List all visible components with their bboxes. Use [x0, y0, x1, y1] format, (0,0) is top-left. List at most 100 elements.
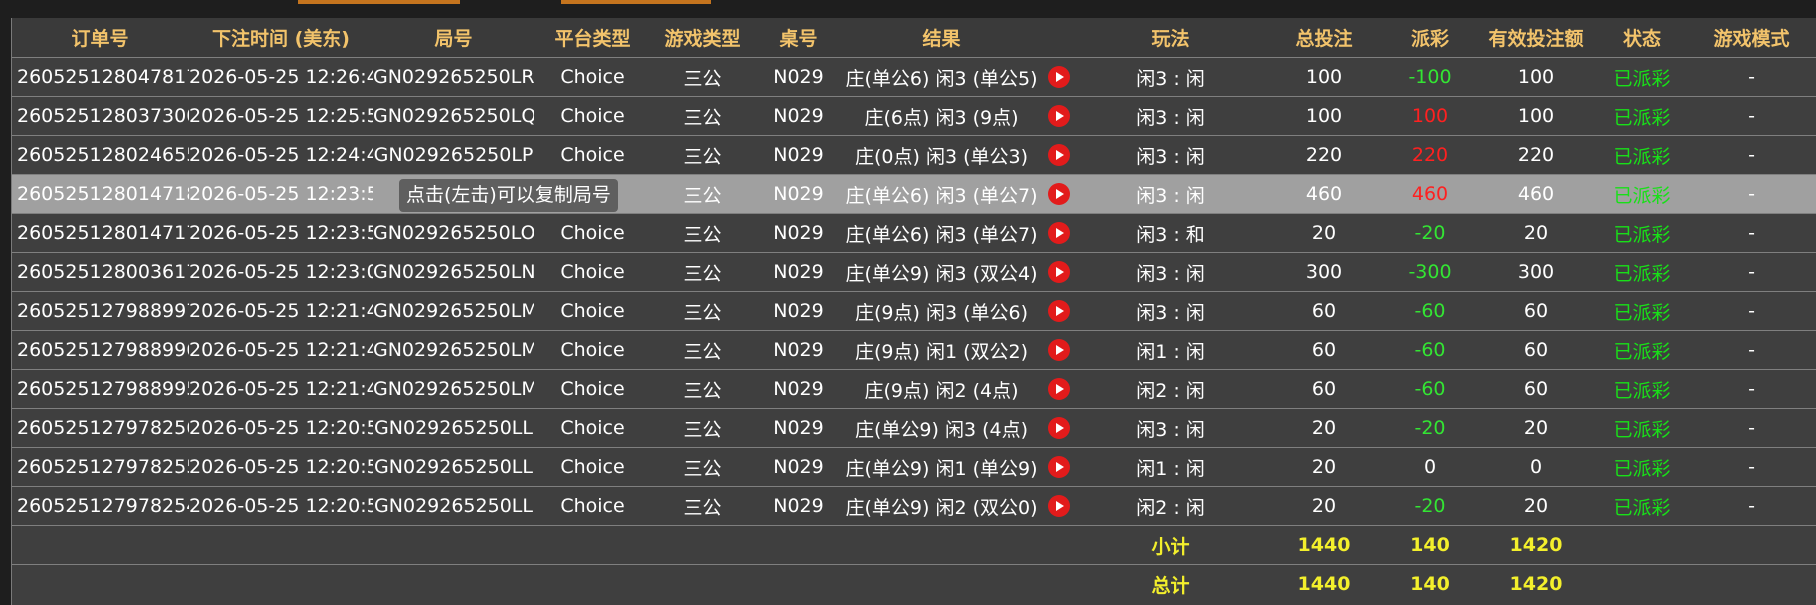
cell-platform: Choice	[534, 135, 651, 175]
cell-order-no[interactable]: 260525128014718	[11, 174, 189, 214]
cell-round-no[interactable]: GN029265250LM	[373, 330, 534, 370]
cell-payout: 0	[1385, 447, 1475, 487]
cell-order-no[interactable]: 260525128037300	[11, 96, 189, 136]
header-payout[interactable]: 派彩	[1385, 18, 1475, 58]
cell-order-no[interactable]: 260525127978255	[11, 447, 189, 487]
cell-round-no[interactable]: GN029265250LR	[373, 57, 534, 97]
play-icon[interactable]	[1048, 417, 1070, 440]
header-platform[interactable]: 平台类型	[534, 18, 651, 58]
cell-round-no[interactable]: GN029265250LP	[373, 135, 534, 175]
cell-replay[interactable]	[1040, 174, 1078, 214]
cell-bet-time: 2026-05-25 12:20:57	[189, 447, 373, 487]
header-valid-bet[interactable]: 有效投注额	[1475, 18, 1597, 58]
top-tab-1[interactable]	[298, 0, 460, 4]
play-icon[interactable]	[1048, 144, 1070, 167]
play-icon[interactable]	[1048, 300, 1070, 323]
cell-replay[interactable]	[1040, 135, 1078, 175]
play-icon[interactable]	[1048, 495, 1070, 518]
cell-bet-time: 2026-05-25 12:23:55	[189, 174, 373, 214]
cell-order-no[interactable]: 260525127988996	[11, 330, 189, 370]
header-bet-time[interactable]: 下注时间 (美东)	[189, 18, 373, 58]
cell-game-mode: -	[1687, 174, 1816, 214]
cell-table-no: N029	[754, 369, 843, 409]
cell-replay[interactable]	[1040, 369, 1078, 409]
cell-replay[interactable]	[1040, 447, 1078, 487]
cell-play: 闲3 : 闲	[1078, 135, 1263, 175]
cell-round-no[interactable]: GN029265250LM	[373, 369, 534, 409]
cell-table-no: N029	[754, 96, 843, 136]
cell-order-no[interactable]: 260525128003617	[11, 252, 189, 292]
cell-game-type: 三公	[651, 96, 754, 136]
top-strip	[0, 0, 1816, 18]
cell-round-no[interactable]: GN029265250LM	[373, 291, 534, 331]
cell-status: 已派彩	[1597, 291, 1687, 331]
cell-bet-time: 2026-05-25 12:23:01	[189, 252, 373, 292]
cell-replay[interactable]	[1040, 486, 1078, 526]
cell-result: 庄(9点) 闲1 (双公2)	[843, 330, 1040, 370]
cell-payout: -20	[1385, 486, 1475, 526]
header-order-no[interactable]: 订单号	[11, 18, 189, 58]
cell-result: 庄(6点) 闲3 (9点)	[843, 96, 1040, 136]
header-game-mode[interactable]: 游戏模式	[1687, 18, 1816, 58]
play-icon[interactable]	[1048, 456, 1070, 479]
cell-game-mode: -	[1687, 369, 1816, 409]
top-tab-2[interactable]	[561, 0, 711, 4]
cell-order-no[interactable]: 260525127988995	[11, 369, 189, 409]
header-game-type[interactable]: 游戏类型	[651, 18, 754, 58]
cell-result: 庄(9点) 闲2 (4点)	[843, 369, 1040, 409]
header-status[interactable]: 状态	[1597, 18, 1687, 58]
cell-order-no[interactable]: 260525128014717	[11, 213, 189, 253]
header-round-no[interactable]: 局号	[373, 18, 534, 58]
cell-total-bet: 20	[1263, 408, 1385, 448]
subtotal-bet: 1440	[1263, 525, 1385, 565]
cell-platform: Choice	[534, 369, 651, 409]
cell-total-bet: 460	[1263, 174, 1385, 214]
cell-order-no[interactable]: 260525127978254	[11, 486, 189, 526]
cell-round-no[interactable]: GN029265250LL	[373, 447, 534, 487]
cell-order-no[interactable]: 260525128024655	[11, 135, 189, 175]
cell-replay[interactable]	[1040, 291, 1078, 331]
cell-replay[interactable]	[1040, 213, 1078, 253]
cell-replay[interactable]	[1040, 408, 1078, 448]
total-tail	[1597, 564, 1816, 603]
cell-replay[interactable]	[1040, 96, 1078, 136]
play-icon[interactable]	[1048, 183, 1070, 206]
cell-game-type: 三公	[651, 174, 754, 214]
cell-round-no[interactable]: GN029265250LO	[373, 213, 534, 253]
header-result[interactable]: 结果	[843, 18, 1040, 58]
play-icon[interactable]	[1048, 66, 1070, 89]
cell-round-no[interactable]: GN029265250LL	[373, 408, 534, 448]
cell-bet-time: 2026-05-25 12:20:57	[189, 408, 373, 448]
cell-valid-bet: 460	[1475, 174, 1597, 214]
copy-round-tooltip: 点击(左击)可以复制局号	[399, 179, 618, 212]
play-icon[interactable]	[1048, 105, 1070, 128]
cell-game-type: 三公	[651, 213, 754, 253]
cell-payout: 100	[1385, 96, 1475, 136]
play-icon[interactable]	[1048, 339, 1070, 362]
cell-replay[interactable]	[1040, 57, 1078, 97]
play-icon[interactable]	[1048, 222, 1070, 245]
cell-platform: Choice	[534, 408, 651, 448]
cell-order-no[interactable]: 260525128047817	[11, 57, 189, 97]
cell-order-no[interactable]: 260525127978256	[11, 408, 189, 448]
cell-order-no[interactable]: 260525127988997	[11, 291, 189, 331]
header-total-bet[interactable]: 总投注	[1263, 18, 1385, 58]
cell-replay[interactable]	[1040, 252, 1078, 292]
play-icon[interactable]	[1048, 378, 1070, 401]
cell-play: 闲3 : 闲	[1078, 252, 1263, 292]
cell-status: 已派彩	[1597, 252, 1687, 292]
play-icon[interactable]	[1048, 261, 1070, 284]
table-header-row: 订单号 下注时间 (美东) 局号 平台类型 游戏类型 桌号 结果 玩法 总投注 …	[11, 18, 1816, 58]
cell-payout: 220	[1385, 135, 1475, 175]
table-row: 260525127978255 2026-05-25 12:20:57 GN0292…	[11, 447, 1816, 487]
header-play[interactable]: 玩法	[1078, 18, 1263, 58]
cell-round-no[interactable]: GN029265250LQ	[373, 96, 534, 136]
cell-round-no[interactable]: GN029265250LL	[373, 486, 534, 526]
cell-round-no[interactable]: GN029265250LN	[373, 252, 534, 292]
cell-replay[interactable]	[1040, 330, 1078, 370]
cell-play: 闲3 : 闲	[1078, 291, 1263, 331]
cell-valid-bet: 20	[1475, 408, 1597, 448]
total-spacer	[11, 564, 1078, 603]
cell-bet-time: 2026-05-25 12:23:55	[189, 213, 373, 253]
header-table-no[interactable]: 桌号	[754, 18, 843, 58]
